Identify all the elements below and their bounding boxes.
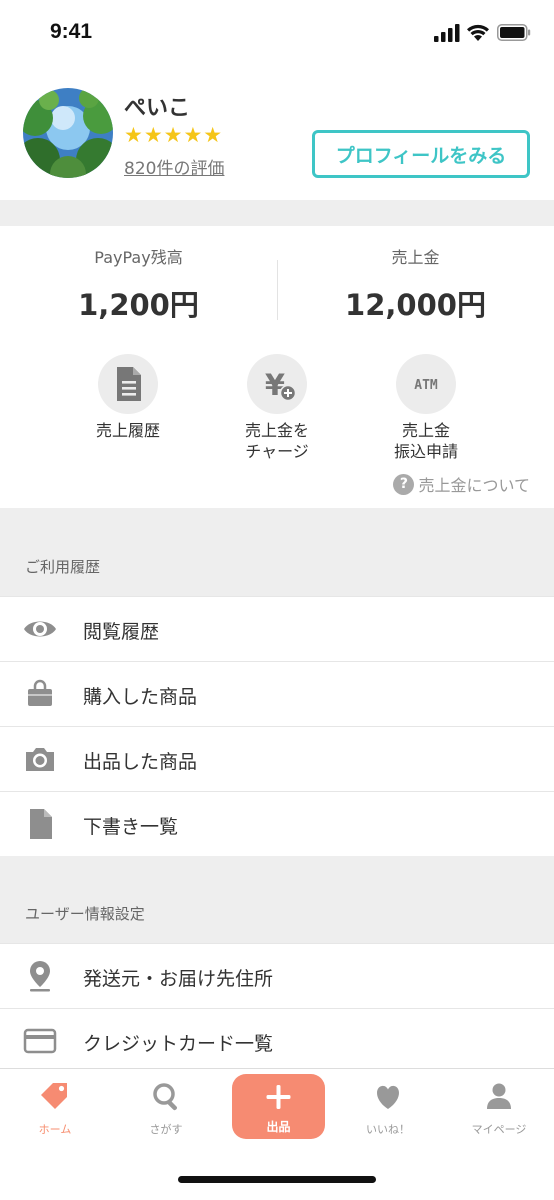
list-item-label: 購入した商品	[83, 686, 198, 708]
camera-icon	[26, 748, 54, 771]
location-pin-icon	[30, 961, 50, 992]
tab-label: マイページ	[471, 1123, 527, 1136]
file-icon	[30, 809, 52, 839]
atm-icon: ATM	[414, 378, 438, 393]
sell-label: 出品	[266, 1120, 291, 1134]
search-icon	[153, 1083, 177, 1111]
rating-stars: ★★★★★	[124, 123, 224, 147]
transfer-request-label: 売上金 振込申請	[393, 421, 458, 461]
sell-button[interactable]: 出品	[232, 1074, 325, 1139]
credit-card-icon	[23, 1028, 57, 1054]
document-icon	[117, 367, 141, 401]
review-count-link[interactable]: 820件の評価	[124, 154, 224, 179]
sales-balance-label: 売上金	[391, 248, 440, 267]
transfer-request-button[interactable]: ATM 売上金 振込申請	[361, 354, 491, 462]
paypay-balance[interactable]: PayPay残高 1,200円	[0, 246, 277, 324]
list-item-credit-cards[interactable]: クレジットカード一覧	[0, 1008, 554, 1073]
home-indicator	[178, 1176, 376, 1183]
list-item-purchased[interactable]: 購入した商品	[0, 661, 554, 726]
usage-list: 閲覧履歴 購入した商品 出品した商品 下書き一覧	[0, 596, 554, 856]
balance-panel: PayPay残高 1,200円 売上金 12,000円 売上履歴 ¥ 売上金を …	[0, 226, 554, 508]
list-item-listed[interactable]: 出品した商品	[0, 726, 554, 791]
profile-header: ぺいこ ★★★★★ 820件の評価 プロフィールをみる	[0, 66, 554, 200]
profile-name: ぺいこ	[124, 96, 191, 121]
section-divider	[0, 200, 554, 226]
tab-home[interactable]: ホーム	[0, 1081, 110, 1137]
tab-mypage[interactable]: マイページ	[444, 1081, 554, 1137]
tag-icon	[41, 1083, 67, 1109]
tab-label: さがす	[149, 1123, 183, 1136]
charge-sales-label: 売上金を チャージ	[244, 421, 309, 461]
list-item-label: 出品した商品	[83, 751, 198, 773]
list-item-addresses[interactable]: 発送元・お届け先住所	[0, 943, 554, 1008]
cellular-signal-icon	[434, 24, 460, 42]
list-item-drafts[interactable]: 下書き一覧	[0, 791, 554, 856]
person-icon	[487, 1083, 511, 1109]
tab-search[interactable]: さがす	[111, 1081, 221, 1137]
sales-history-label: 売上履歴	[95, 421, 160, 440]
battery-icon	[497, 24, 531, 41]
status-bar: 9:41	[0, 0, 554, 66]
user-section-header	[0, 856, 554, 943]
view-profile-button[interactable]: プロフィールをみる	[312, 130, 530, 178]
list-item-label: 発送元・お届け先住所	[83, 968, 274, 990]
about-sales-label: 売上金について	[418, 476, 530, 495]
tab-label: ホーム	[38, 1123, 72, 1136]
status-time: 9:41	[50, 20, 93, 43]
tab-likes[interactable]: いいね！	[333, 1081, 443, 1137]
svg-text:ATM: ATM	[414, 378, 438, 393]
usage-section-header	[0, 508, 554, 596]
about-sales-link[interactable]: ? 売上金について	[393, 472, 530, 496]
heart-icon	[377, 1085, 399, 1109]
list-item-label: 閲覧履歴	[83, 621, 160, 643]
eye-icon	[24, 621, 56, 637]
list-item-label: 下書き一覧	[83, 816, 179, 838]
tab-label: いいね！	[366, 1123, 410, 1136]
plus-icon	[266, 1085, 291, 1109]
paypay-balance-label: PayPay残高	[94, 248, 183, 267]
avatar[interactable]	[23, 88, 113, 178]
shopping-bag-icon	[28, 679, 52, 706]
list-item-browsing-history[interactable]: 閲覧履歴	[0, 596, 554, 661]
charge-sales-button[interactable]: ¥ 売上金を チャージ	[212, 354, 342, 462]
usage-section-title: ご利用履歴	[25, 558, 101, 576]
question-icon: ?	[393, 473, 415, 495]
sales-balance[interactable]: 売上金 12,000円	[277, 246, 554, 324]
wifi-icon	[467, 24, 489, 41]
paypay-balance-value: 1,200円	[78, 288, 199, 322]
sales-balance-value: 12,000円	[345, 288, 486, 322]
yen-plus-icon: ¥	[265, 368, 297, 402]
sales-history-button[interactable]: 売上履歴	[63, 354, 193, 441]
user-section-title: ユーザー情報設定	[25, 905, 145, 923]
list-item-label: クレジットカード一覧	[83, 1033, 274, 1055]
user-settings-list: 発送元・お届け先住所 クレジットカード一覧	[0, 943, 554, 1073]
